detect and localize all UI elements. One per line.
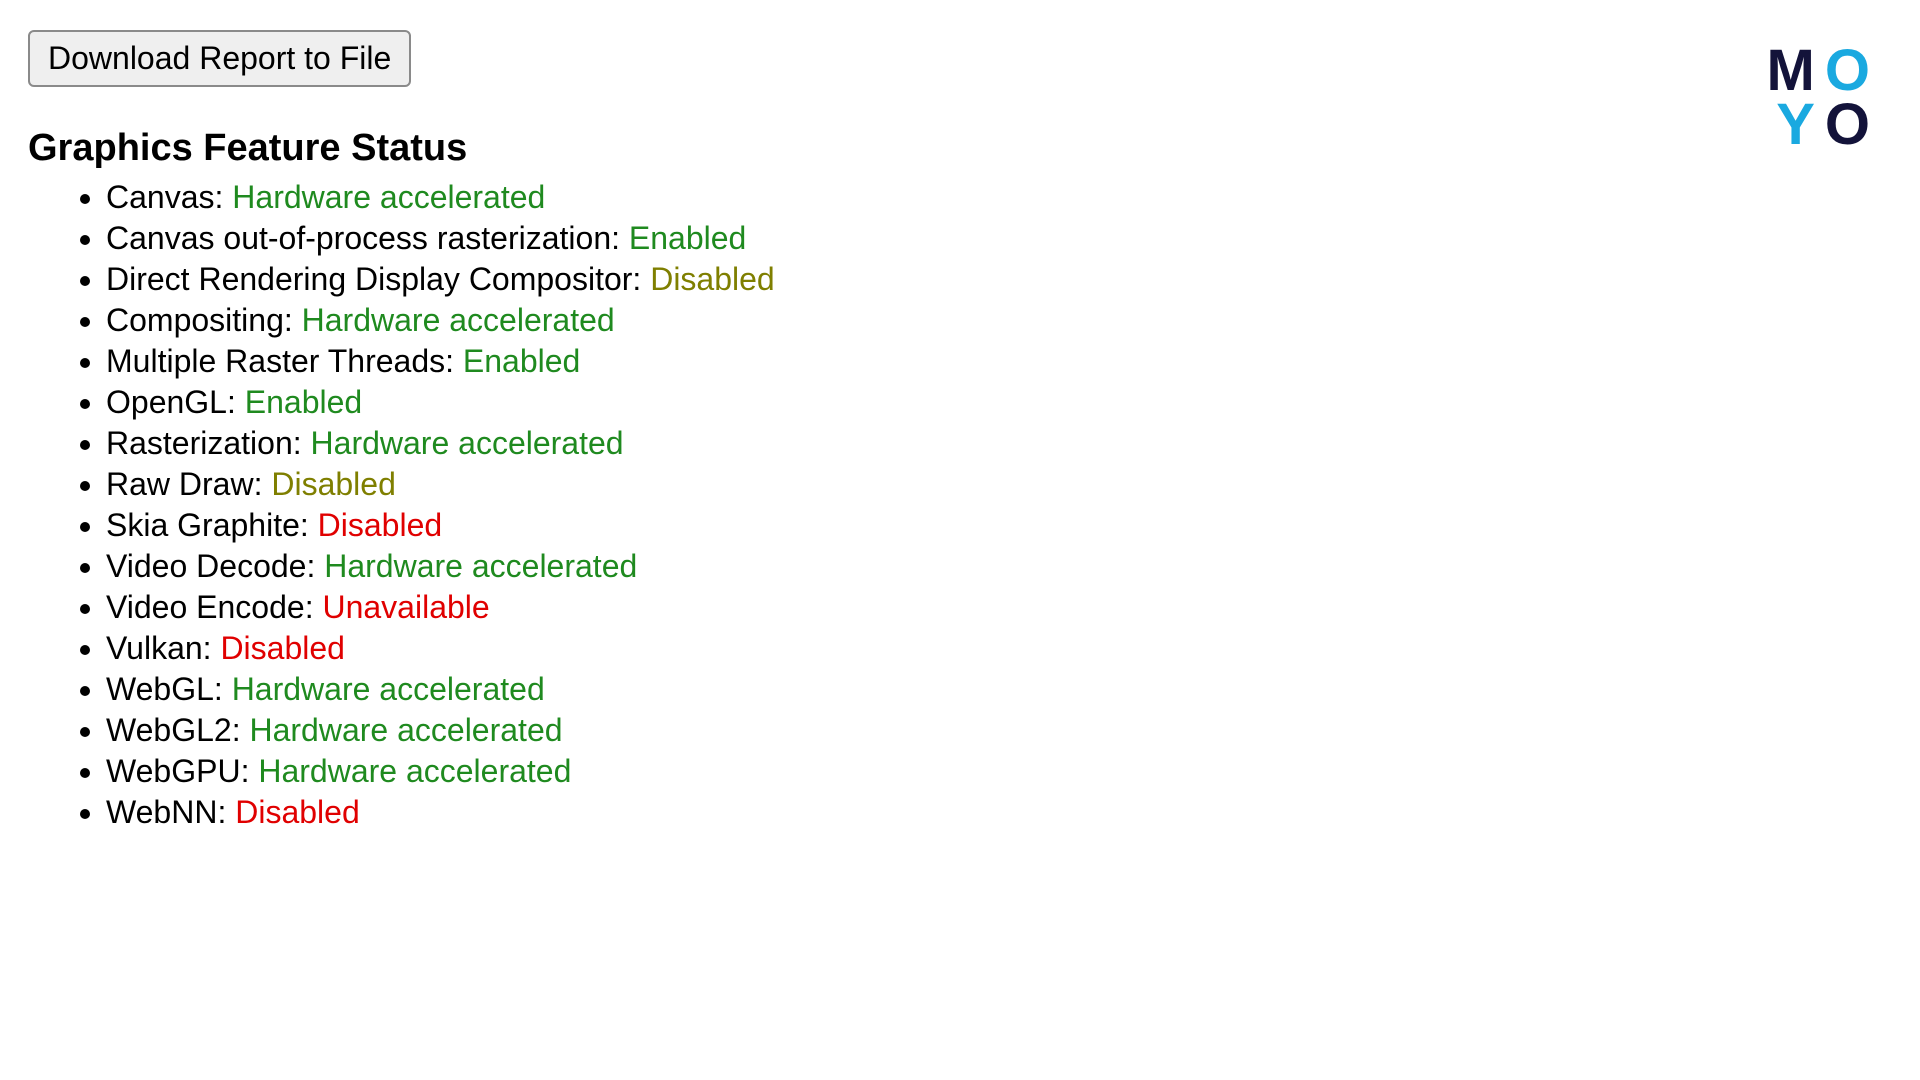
separator: : xyxy=(300,507,318,543)
feature-label: Canvas xyxy=(106,179,215,215)
feature-status: Hardware accelerated xyxy=(258,753,571,789)
section-heading: Graphics Feature Status xyxy=(28,127,1892,170)
feature-status: Disabled xyxy=(235,794,360,830)
list-item: Raw Draw: Disabled xyxy=(106,465,1892,504)
separator: : xyxy=(227,384,245,420)
feature-status: Unavailable xyxy=(322,589,489,625)
separator: : xyxy=(611,220,629,256)
list-item: OpenGL: Enabled xyxy=(106,383,1892,422)
feature-status: Disabled xyxy=(650,261,775,297)
list-item: Video Decode: Hardware accelerated xyxy=(106,547,1892,586)
separator: : xyxy=(232,712,250,748)
separator: : xyxy=(293,425,311,461)
feature-status-list: Canvas: Hardware acceleratedCanvas out-o… xyxy=(28,178,1892,833)
separator: : xyxy=(284,302,302,338)
page-content: Download Report to File Graphics Feature… xyxy=(0,0,1920,865)
feature-label: Compositing xyxy=(106,302,284,338)
feature-label: WebNN xyxy=(106,794,217,830)
separator: : xyxy=(214,671,232,707)
feature-label: Direct Rendering Display Compositor xyxy=(106,261,632,297)
list-item: Vulkan: Disabled xyxy=(106,629,1892,668)
list-item: Compositing: Hardware accelerated xyxy=(106,301,1892,340)
feature-label: WebGL xyxy=(106,671,214,707)
feature-label: Skia Graphite xyxy=(106,507,300,543)
feature-status: Hardware accelerated xyxy=(232,179,545,215)
list-item: WebGPU: Hardware accelerated xyxy=(106,752,1892,791)
list-item: Multiple Raster Threads: Enabled xyxy=(106,342,1892,381)
list-item: Rasterization: Hardware accelerated xyxy=(106,424,1892,463)
list-item: Canvas out-of-process rasterization: Ena… xyxy=(106,219,1892,258)
separator: : xyxy=(241,753,259,789)
separator: : xyxy=(203,630,221,666)
feature-status: Disabled xyxy=(318,507,443,543)
feature-status: Enabled xyxy=(629,220,746,256)
download-report-button[interactable]: Download Report to File xyxy=(28,30,411,87)
list-item: WebNN: Disabled xyxy=(106,793,1892,832)
feature-status: Disabled xyxy=(220,630,345,666)
feature-label: Canvas out-of-process rasterization xyxy=(106,220,611,256)
list-item: WebGL: Hardware accelerated xyxy=(106,670,1892,709)
feature-status: Hardware accelerated xyxy=(311,425,624,461)
feature-label: WebGPU xyxy=(106,753,241,789)
logo-letter-o-bottom: O xyxy=(1825,96,1872,154)
separator: : xyxy=(306,548,324,584)
feature-status: Hardware accelerated xyxy=(232,671,545,707)
feature-label: OpenGL xyxy=(106,384,227,420)
feature-label: WebGL2 xyxy=(106,712,232,748)
separator: : xyxy=(305,589,323,625)
feature-label: Vulkan xyxy=(106,630,203,666)
separator: : xyxy=(254,466,272,502)
list-item: WebGL2: Hardware accelerated xyxy=(106,711,1892,750)
feature-label: Video Encode xyxy=(106,589,305,625)
list-item: Direct Rendering Display Compositor: Dis… xyxy=(106,260,1892,299)
separator: : xyxy=(632,261,650,297)
feature-status: Hardware accelerated xyxy=(249,712,562,748)
separator: : xyxy=(217,794,235,830)
feature-status: Hardware accelerated xyxy=(302,302,615,338)
logo-letter-y: Y xyxy=(1776,96,1817,154)
feature-label: Raw Draw xyxy=(106,466,254,502)
feature-label: Video Decode xyxy=(106,548,306,584)
separator: : xyxy=(215,179,233,215)
list-item: Skia Graphite: Disabled xyxy=(106,506,1892,545)
feature-label: Rasterization xyxy=(106,425,293,461)
feature-status: Hardware accelerated xyxy=(324,548,637,584)
feature-status: Enabled xyxy=(245,384,362,420)
separator: : xyxy=(445,343,463,379)
feature-status: Enabled xyxy=(463,343,580,379)
moyo-logo: M O Y O xyxy=(1767,42,1872,154)
feature-status: Disabled xyxy=(271,466,396,502)
list-item: Canvas: Hardware accelerated xyxy=(106,178,1892,217)
list-item: Video Encode: Unavailable xyxy=(106,588,1892,627)
feature-label: Multiple Raster Threads xyxy=(106,343,445,379)
